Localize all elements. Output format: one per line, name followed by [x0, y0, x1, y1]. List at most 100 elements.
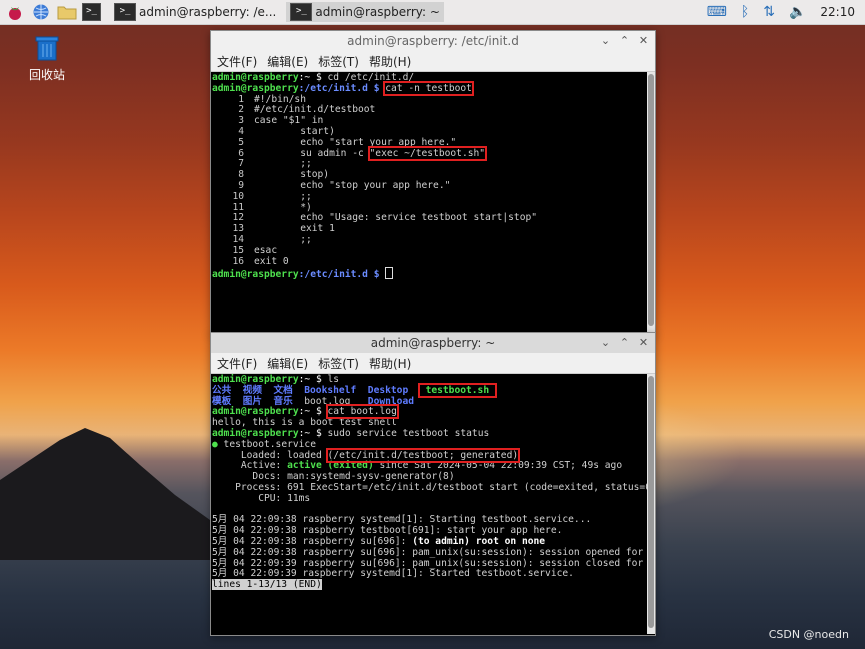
prompt-path: :~ $ [298, 374, 328, 385]
taskbar-task-home[interactable]: >_ admin@raspberry: ~ [286, 2, 444, 22]
file-manager-folder-icon[interactable] [56, 2, 78, 22]
network-transfer-icon[interactable]: ⇅ [763, 4, 775, 20]
task-label: admin@raspberry: ~ [315, 5, 440, 19]
maximize-icon[interactable]: ⌃ [617, 33, 632, 48]
status-active-value: active (exited) [287, 460, 374, 472]
minimize-icon[interactable]: ⌄ [598, 33, 613, 48]
raspberry-menu-icon[interactable] [4, 2, 26, 22]
file-line: ;; [254, 233, 312, 245]
file-line: #!/bin/sh [254, 93, 306, 105]
menubar: 文件(F) 编辑(E) 标签(T) 帮助(H) [211, 51, 655, 72]
menu-help[interactable]: 帮助(H) [369, 53, 411, 70]
file-line: start) [254, 125, 335, 137]
ls-dir: 公共 [212, 384, 232, 396]
file-line: echo "Usage: service testboot start|stop… [254, 212, 538, 224]
file-line: echo "stop your app here." [254, 179, 451, 191]
terminal-window-home[interactable]: admin@raspberry: ~ ⌄ ⌃ ✕ 文件(F) 编辑(E) 标签(… [210, 332, 656, 636]
cat-output: hello, this is a boot test shell [212, 417, 397, 429]
terminal-icon: >_ [114, 3, 136, 21]
prompt-user: admin@raspberry [212, 72, 299, 83]
menu-file[interactable]: 文件(F) [217, 355, 257, 372]
service-name: testboot.service [217, 438, 316, 450]
file-line: case "$1" in [254, 115, 324, 127]
prompt-user: admin@raspberry [212, 427, 299, 439]
command-text-highlighted: cat boot.log [325, 404, 399, 420]
ls-dir: 模板 [212, 395, 232, 407]
file-line: #/etc/init.d/testboot [254, 104, 376, 116]
prompt-user: admin@raspberry [212, 82, 299, 94]
browser-globe-icon[interactable] [30, 2, 52, 22]
status-loaded-label: Loaded: loaded [212, 449, 328, 461]
terminal-output[interactable]: admin@raspberry:~ $ ls 公共 视频 文档 Bookshel… [211, 374, 655, 634]
status-cpu: CPU: 11ms [212, 492, 311, 504]
ls-dir: 图片 [242, 395, 262, 407]
volume-icon[interactable]: 🔈 [789, 4, 806, 20]
window-title: admin@raspberry: ~ [370, 336, 496, 350]
pager-end-marker: lines 1-13/13 (END) [212, 579, 322, 591]
mountain-silhouette [0, 420, 240, 560]
trash-desktop-item[interactable]: 回收站 [26, 34, 68, 83]
terminal-icon: >_ [290, 3, 313, 21]
taskbar-task-init-d[interactable]: >_ admin@raspberry: /e... [110, 2, 280, 22]
clock[interactable]: 22:10 [820, 5, 855, 19]
watermark: CSDN @noedn [768, 628, 849, 641]
file-line: esac [254, 244, 278, 256]
menu-edit[interactable]: 编辑(E) [267, 53, 308, 70]
line-number: 16 [232, 255, 244, 267]
journal-line-bold: (to admin) root on none [412, 535, 546, 547]
file-line: stop) [254, 169, 330, 181]
bluetooth-icon[interactable]: ᛒ [741, 4, 749, 20]
file-line: *) [254, 201, 312, 213]
menu-help[interactable]: 帮助(H) [369, 355, 411, 372]
line-number: 15 [232, 244, 244, 256]
window-title: admin@raspberry: /etc/init.d [347, 34, 519, 48]
minimize-icon[interactable]: ⌄ [598, 335, 613, 350]
status-docs: Docs: man:systemd-sysv-generator(8) [212, 471, 455, 483]
prompt-path: :~ $ [298, 427, 328, 439]
status-process: Process: 691 ExecStart=/etc/init.d/testb… [212, 481, 655, 493]
ls-dir: Desktop [367, 384, 409, 396]
ls-file-highlighted: testboot.sh [425, 384, 490, 396]
ls-dir: 文档 [273, 384, 293, 396]
scrollbar-thumb[interactable] [648, 376, 654, 628]
maximize-icon[interactable]: ⌃ [617, 335, 632, 350]
scrollbar[interactable] [647, 374, 655, 634]
ls-dir: 视频 [242, 384, 262, 396]
status-active-since: since Sat 2024-05-04 22:09:39 CST; 49s a… [373, 460, 623, 472]
command-text: ls [327, 374, 340, 385]
scrollbar-thumb[interactable] [648, 74, 654, 326]
journal-line: 5月 04 22:09:39 raspberry su[696]: pam_un… [212, 557, 655, 569]
menu-tabs[interactable]: 标签(T) [318, 355, 359, 372]
close-icon[interactable]: ✕ [636, 335, 651, 350]
menu-file[interactable]: 文件(F) [217, 53, 257, 70]
ls-dir: Bookshelf [304, 384, 357, 396]
command-text: sudo service testboot status [327, 427, 490, 439]
trash-label: 回收站 [28, 68, 65, 82]
menu-edit[interactable]: 编辑(E) [267, 355, 308, 372]
ls-dir: Download [367, 395, 415, 407]
terminal-output[interactable]: admin@raspberry:~ $ cd /etc/init.d/ admi… [211, 72, 655, 332]
system-tray: ⌨ ᛒ ⇅ 🔈 22:10 [700, 0, 865, 24]
terminal-launcher-icon[interactable]: >_ [82, 2, 104, 22]
file-line: ;; [254, 158, 312, 170]
journal-line: 5月 04 22:09:38 raspberry systemd[1]: Sta… [212, 514, 592, 526]
taskbar: >_ >_ admin@raspberry: /e... >_ admin@ra… [0, 0, 865, 25]
prompt-user: admin@raspberry [212, 406, 299, 418]
scrollbar[interactable] [647, 72, 655, 332]
command-text: cd /etc/init.d/ [327, 72, 415, 83]
journal-line: 5月 04 22:09:39 raspberry systemd[1]: Sta… [212, 568, 574, 580]
status-active-label: Active: [212, 460, 288, 472]
file-line: ;; [254, 190, 312, 202]
window-titlebar[interactable]: admin@raspberry: /etc/init.d ⌄ ⌃ ✕ [211, 31, 655, 51]
file-line-highlighted: "exec ~/testboot.sh" [367, 145, 488, 161]
menu-tabs[interactable]: 标签(T) [318, 53, 359, 70]
close-icon[interactable]: ✕ [636, 33, 651, 48]
file-line: exit 1 [254, 223, 335, 235]
terminal-window-init-d[interactable]: admin@raspberry: /etc/init.d ⌄ ⌃ ✕ 文件(F)… [210, 30, 656, 334]
prompt-path: :/etc/init.d $ [298, 82, 386, 94]
keyboard-icon[interactable]: ⌨ [707, 4, 727, 20]
file-line: exit 0 [254, 255, 289, 267]
menubar: 文件(F) 编辑(E) 标签(T) 帮助(H) [211, 353, 655, 374]
window-titlebar[interactable]: admin@raspberry: ~ ⌄ ⌃ ✕ [211, 333, 655, 353]
journal-line: 5月 04 22:09:38 raspberry su[696]: [212, 535, 413, 547]
